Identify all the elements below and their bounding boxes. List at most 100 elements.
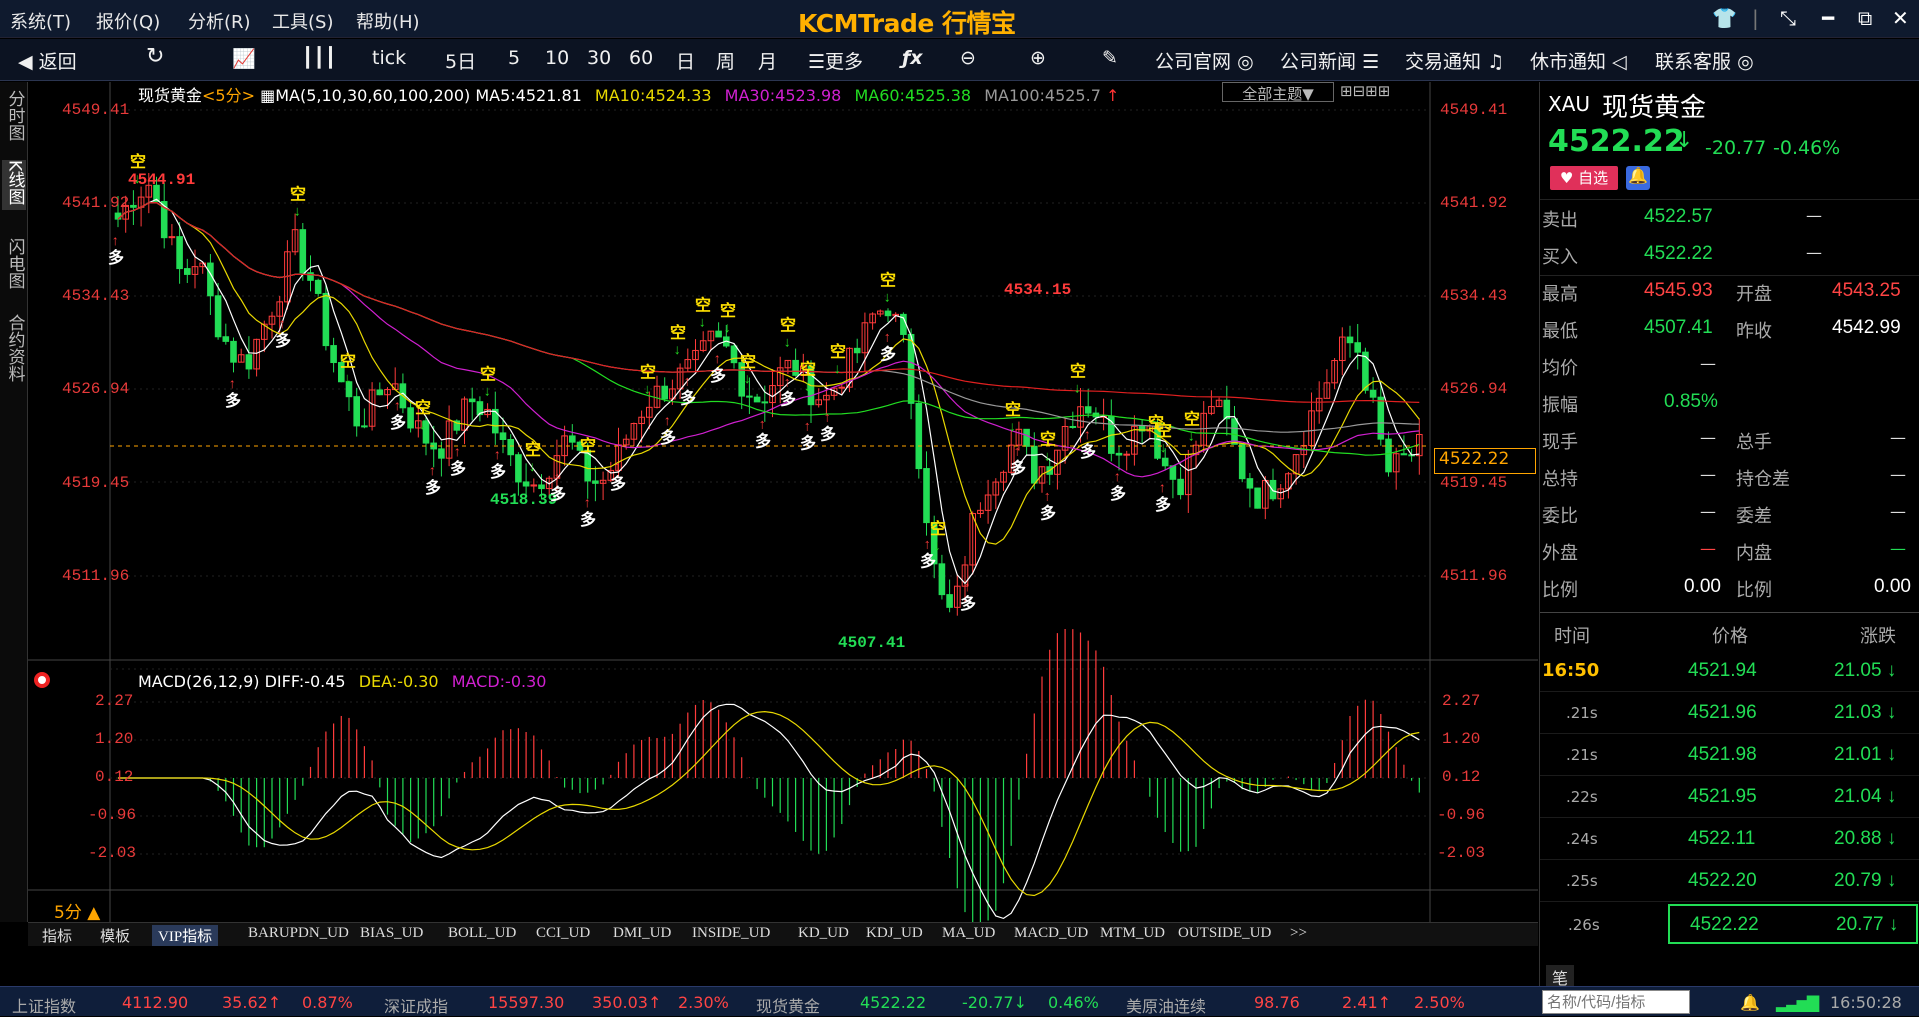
short-signal: 空 [130,152,146,172]
period-week[interactable]: 周 [716,47,735,74]
tab-dmi[interactable]: DMI_UD [613,925,671,942]
ticker-name[interactable]: 深证成指 [384,993,448,1017]
tab-kline[interactable]: K线图 [2,160,26,211]
long-arrow-icon: ↑ [883,331,891,347]
draw-pen-icon[interactable]: ✎ [1102,47,1118,69]
tab-inside[interactable]: INSIDE_UD [692,925,770,942]
candle-body [938,563,946,596]
short-arrow-icon: ↓ [803,380,811,396]
period-5day[interactable]: 5日 [445,47,476,74]
theme-select[interactable]: 全部主题▼ [1222,82,1334,103]
short-signal: 空 [525,440,541,460]
long-arrow-icon: ↑ [493,448,501,464]
period-60min[interactable]: 60 [629,47,653,69]
long-signal: 多 [1080,442,1096,462]
short-arrow-icon: ↓ [483,384,491,400]
skin-icon[interactable]: 👕 [1712,6,1737,30]
short-arrow-icon: ↓ [698,316,706,332]
candle-body [1238,443,1246,480]
axis-label: 4511.96 [1440,567,1508,585]
axis-label: 4511.96 [62,567,130,585]
tab-more[interactable]: >> [1290,925,1307,942]
tab-contract-info[interactable]: 合约资料 [2,314,26,387]
bid-diff-label: 委差 [1736,506,1772,527]
favorite-button[interactable]: ♥ 自选 [1550,166,1618,190]
search-input[interactable] [1542,990,1690,1014]
tab-kd[interactable]: KD_UD [798,925,849,942]
tab-bias[interactable]: BIAS_UD [360,925,423,942]
app-logo: KCMTrade 行情宝 [798,9,1016,38]
bid-ratio-label: 委比 [1542,506,1578,527]
menu-system[interactable]: 系统(T) [10,8,71,34]
tick-change: 20.79 ↓ [1834,870,1897,891]
menu-help[interactable]: 帮助(H) [356,8,420,34]
chart-area[interactable]: 4544.91 4534.15 4518.39 4507.41 空 ↓ 空 ↓ 空 ↓ 空 ↓ 空 ↓ 空 ↓… [28,82,1538,922]
tab-template[interactable]: 模板 [100,925,130,946]
period-30min[interactable]: 30 [587,47,611,69]
support-label: 联系客服 [1655,51,1732,73]
line-chart-icon[interactable]: 📈 [232,47,256,70]
period-label[interactable]: 5分 ▲ [54,898,100,923]
alert-bell-icon[interactable]: 🔔 [1626,166,1650,190]
ticker-pct: 2.30% [678,993,729,1012]
ticker-name[interactable]: 现货黄金 [756,993,820,1017]
period-day[interactable]: 日 [676,47,695,74]
period-month[interactable]: 月 [758,47,777,74]
tab-flash[interactable]: 闪电图 [2,238,26,294]
long-arrow-icon: ↑ [713,352,721,368]
tick-row: .22s 4521.95 21.04 ↓ [1540,778,1919,818]
long-signal: 多 [390,413,406,433]
shrink-icon[interactable]: ⤡ [1780,6,1796,30]
tab-barupdn[interactable]: BARUPDN_UD [248,925,349,942]
tab-vip-indicator[interactable]: VIP指标 [152,925,219,946]
tab-contract-info-label: 合约资料 [4,314,25,382]
minimize-icon[interactable]: ━ [1822,6,1834,30]
axis-label: 4534.43 [62,287,130,305]
long-signal: 多 [755,432,771,452]
menu-quote[interactable]: 报价(Q) [96,8,160,34]
menu-analysis[interactable]: 分析(R) [188,8,251,34]
link-market-closed[interactable]: 休市通知 ◁ [1530,47,1627,74]
candle-body [130,204,137,208]
formula-icon[interactable]: ƒx [902,47,923,69]
more-button[interactable]: ☰更多 [808,47,863,74]
tab-ma[interactable]: MA_UD [942,925,995,942]
ticker-value: 4522.22 [860,993,927,1012]
link-company-site[interactable]: 公司官网 ◎ [1155,47,1254,74]
link-company-news[interactable]: 公司新闻 ☰ [1280,47,1379,74]
tab-cci[interactable]: CCI_UD [536,925,590,942]
back-button[interactable]: ◀ 返回 [18,47,77,74]
long-arrow-icon: ↑ [553,471,561,487]
ticker-name[interactable]: 上证指数 [12,993,76,1017]
tab-macd[interactable]: MACD_UD [1014,925,1088,942]
zoom-out-icon[interactable]: ⊖ [960,47,976,69]
indicator-settings-icon[interactable] [34,672,50,688]
candle-body [753,396,761,403]
tick-price: 4521.98 [1688,744,1757,765]
notification-bell-icon[interactable]: 🔔 [1740,993,1760,1012]
tick-button[interactable]: tick [372,47,406,69]
candle-body [314,279,322,294]
ticker-name[interactable]: 美原油连续 [1126,993,1206,1017]
link-support[interactable]: 联系客服 ◎ [1655,47,1754,74]
tab-indicator[interactable]: 指标 [42,925,72,946]
long-arrow-icon: ↑ [803,420,811,436]
tab-timeshare[interactable]: 分时图 [2,90,26,146]
zoom-in-icon[interactable]: ⊕ [1030,47,1046,69]
restore-icon[interactable]: ⧉ [1858,6,1872,30]
period-5min[interactable]: 5 [508,47,520,69]
tab-outside[interactable]: OUTSIDE_UD [1178,925,1271,942]
menu-tools[interactable]: 工具(S) [272,8,333,34]
candlestick-icon[interactable]: ┃┃┃ [302,47,336,69]
close-icon[interactable]: ✕ [1892,6,1909,30]
short-signal: 空 [640,362,656,382]
document-icon: ☰ [1362,51,1380,73]
tab-boll[interactable]: BOLL_UD [448,925,516,942]
refresh-icon[interactable]: ↻ [146,44,164,69]
period-10min[interactable]: 10 [545,47,569,69]
layout-icons[interactable]: ⊞⊟⊞⊞ [1340,82,1390,100]
tab-kdj[interactable]: KDJ_UD [866,925,923,942]
kline-chart[interactable]: 4544.914534.154518.394507.41空↓空↓空↓空↓空↓空↓… [28,82,1538,922]
link-trade-notice[interactable]: 交易通知 ♫ [1405,47,1504,74]
tab-mtm[interactable]: MTM_UD [1100,925,1165,942]
